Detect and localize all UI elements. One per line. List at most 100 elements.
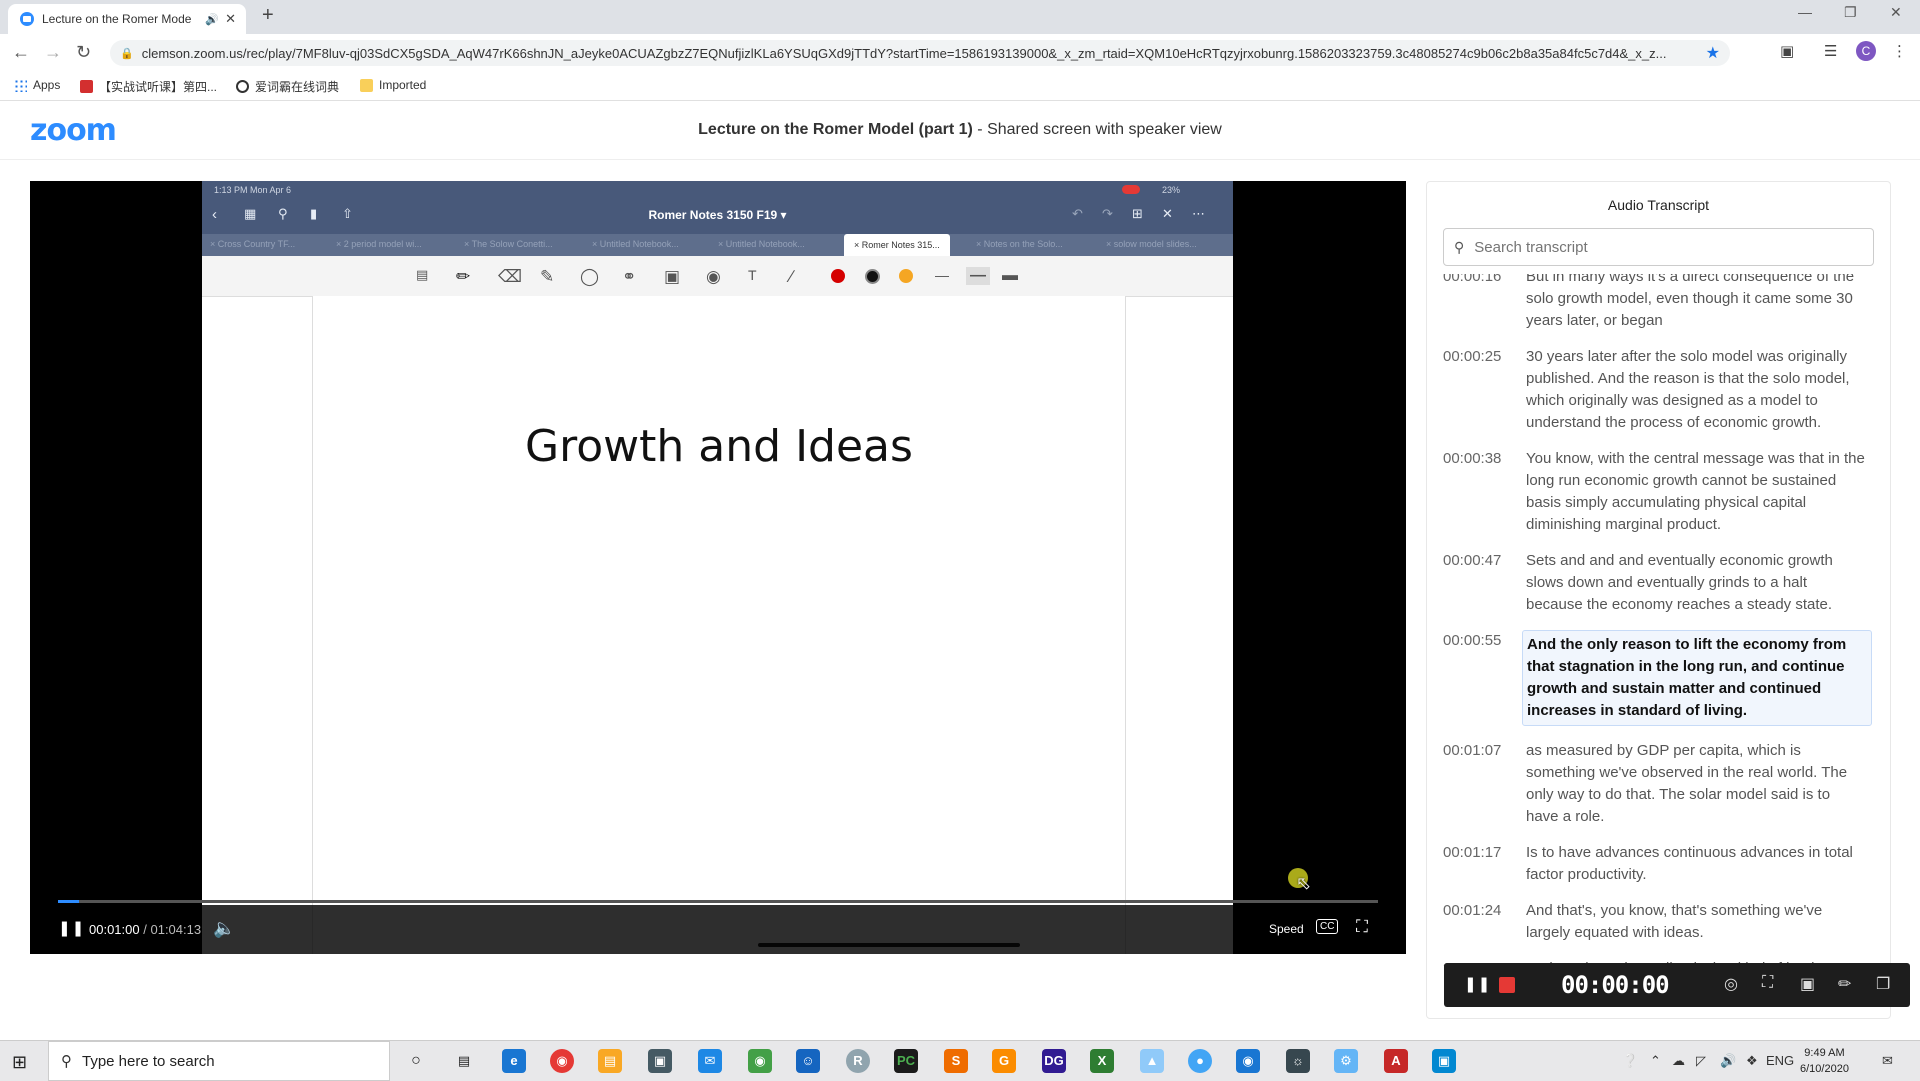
tab-audio-icon[interactable]: 🔊 — [205, 13, 219, 26]
cortana-icon[interactable]: ○ — [404, 1049, 428, 1073]
app-circle-icon[interactable]: ● — [1188, 1049, 1212, 1073]
url-text[interactable]: clemson.zoom.us/rec/play/7MF8luv-qj03SdC… — [142, 46, 1696, 61]
app-blue-icon[interactable]: ◉ — [1236, 1049, 1260, 1073]
restore-icon[interactable]: ❐ — [1844, 4, 1857, 21]
recorder-pen-icon[interactable]: ✏ — [1838, 974, 1851, 994]
media-control-icon[interactable]: ☰ — [1824, 42, 1837, 60]
medium-stroke-icon: — — [966, 267, 990, 285]
wechat-icon[interactable]: ◉ — [748, 1049, 772, 1073]
taskbar-search[interactable]: ⚲ Type here to search — [48, 1041, 390, 1081]
datagrip-icon[interactable]: DG — [1042, 1049, 1066, 1073]
app-shortcut-icon[interactable]: ▲ — [1140, 1049, 1164, 1073]
menu-kebab-icon[interactable]: ⋮ — [1892, 42, 1907, 60]
sublime-icon[interactable]: S — [944, 1049, 968, 1073]
taskbar-clock[interactable]: 9:49 AM 6/10/2020 — [1800, 1045, 1849, 1077]
transcript-item[interactable]: 00:01:24 And that's, you know, that's som… — [1443, 900, 1883, 944]
pause-icon[interactable]: ❚❚ — [58, 919, 85, 937]
transcript-timestamp[interactable]: 00:00:55 — [1443, 630, 1522, 652]
tab-close-icon[interactable]: ✕ — [225, 11, 236, 27]
edge-icon[interactable]: e — [502, 1049, 526, 1073]
video-player[interactable]: 1:13 PM Mon Apr 6 23% ‹ ▦ ⚲ ▮ ⇧ Romer No… — [30, 181, 1406, 954]
zoom-header: zoom Lecture on the Romer Model (part 1)… — [0, 101, 1920, 160]
screen-recorder-widget: ❚❚ 00:00:00 ◎ ⛶ ▣ ✏ ❐ — [1444, 963, 1910, 1007]
tray-chevron-icon[interactable]: ⌃ — [1650, 1053, 1661, 1069]
transcript-item[interactable]: 00:01:07 as measured by GDP per capita, w… — [1443, 740, 1883, 828]
bookmark-star-icon[interactable]: ★ — [1706, 43, 1720, 63]
color-red-icon — [831, 269, 845, 283]
reload-icon[interactable]: ↻ — [76, 42, 91, 63]
speaker-icon[interactable]: 🔊 — [1720, 1053, 1736, 1069]
dropbox-icon[interactable]: ❖ — [1746, 1053, 1758, 1069]
transcript-timestamp[interactable]: 00:00:47 — [1443, 550, 1522, 572]
close-window-icon[interactable]: ✕ — [1890, 4, 1902, 21]
chrome-icon[interactable]: ◉ — [550, 1049, 574, 1073]
highlighter-icon: ✎ — [540, 267, 555, 286]
photos-icon[interactable]: ☺ — [796, 1049, 820, 1073]
minimize-icon[interactable]: — — [1798, 4, 1812, 20]
bookmark-course[interactable]: 【实战试听课】第四... — [80, 78, 217, 95]
transcript-timestamp[interactable]: 00:01:17 — [1443, 842, 1522, 864]
forward-icon[interactable]: → — [44, 42, 62, 63]
zoom-favicon-icon — [20, 12, 34, 26]
transcript-timestamp[interactable]: 00:00:16 — [1443, 274, 1522, 288]
windows-start-icon[interactable]: ⊞ — [12, 1052, 27, 1073]
mail-icon[interactable]: ✉ — [698, 1049, 722, 1073]
r-app-icon[interactable]: R — [846, 1049, 870, 1073]
transcript-text: You know, with the central message was t… — [1526, 450, 1865, 533]
excel-icon[interactable]: X — [1090, 1049, 1114, 1073]
notebook-tab: × Untitled Notebook... — [718, 239, 805, 249]
recorder-pause-icon[interactable]: ❚❚ — [1464, 975, 1491, 993]
transcript-list[interactable]: 00:00:16 But in many ways it's a direct c… — [1443, 274, 1883, 966]
transcript-item[interactable]: 00:01:17 Is to have advances continuous a… — [1443, 842, 1883, 886]
file-explorer-icon[interactable]: ▤ — [598, 1049, 622, 1073]
transcript-item[interactable]: 00:00:16 But in many ways it's a direct c… — [1443, 274, 1883, 332]
app-chat-icon[interactable]: ☼ — [1286, 1049, 1310, 1073]
app-tool-icon[interactable]: ⚙ — [1334, 1049, 1358, 1073]
progress-bar[interactable] — [58, 900, 1378, 903]
captions-icon[interactable]: CC — [1316, 919, 1339, 934]
transcript-timestamp[interactable]: 00:00:38 — [1443, 448, 1522, 470]
acrobat-icon[interactable]: A — [1384, 1049, 1408, 1073]
recorder-camera-icon[interactable]: ▣ — [1800, 974, 1815, 994]
back-icon[interactable]: ← — [12, 42, 30, 63]
address-bar[interactable]: 🔒 clemson.zoom.us/rec/play/7MF8luv-qj03S… — [110, 40, 1730, 66]
transcript-item[interactable]: 00:00:47 Sets and and and eventually econ… — [1443, 550, 1883, 616]
bookmark-apps[interactable]: Apps — [14, 78, 60, 92]
pycharm-icon[interactable]: PC — [894, 1049, 918, 1073]
onedrive-icon[interactable]: ☁ — [1672, 1053, 1685, 1069]
transcript-item[interactable]: 00:00:38 You know, with the central messa… — [1443, 448, 1883, 536]
transcript-item[interactable]: 00:00:25 30 years later after the solo mo… — [1443, 346, 1883, 434]
profile-avatar[interactable]: C — [1856, 41, 1876, 61]
shared-screen: 1:13 PM Mon Apr 6 23% ‹ ▦ ⚲ ▮ ⇧ Romer No… — [202, 181, 1233, 954]
new-tab-button[interactable]: + — [262, 4, 274, 27]
volume-icon[interactable]: 🔈 — [213, 918, 235, 939]
slide-title: Growth and Ideas — [525, 421, 913, 472]
notifications-icon[interactable]: ✉ — [1882, 1053, 1893, 1069]
transcript-timestamp[interactable]: 00:00:25 — [1443, 346, 1522, 368]
recorder-stop-icon[interactable] — [1499, 977, 1515, 993]
app-g-icon[interactable]: G — [992, 1049, 1016, 1073]
wifi-icon[interactable]: ◸ — [1696, 1053, 1706, 1069]
transcript-timestamp[interactable]: 00:01:24 — [1443, 900, 1522, 922]
extension-icon[interactable]: ▣ — [1780, 42, 1794, 60]
transcript-timestamp[interactable]: 00:01:07 — [1443, 740, 1522, 762]
bookmark-dictionary[interactable]: 爱词霸在线词典 — [236, 78, 339, 95]
ipad-add-page-icon: ⊞ — [1132, 206, 1143, 221]
language-indicator[interactable]: ENG — [1766, 1053, 1794, 1068]
transcript-search[interactable]: ⚲ — [1443, 228, 1874, 266]
app-window-icon[interactable]: ▣ — [1432, 1049, 1456, 1073]
recorder-area-icon[interactable]: ◎ — [1724, 974, 1738, 994]
task-view-icon[interactable]: ▤ — [452, 1049, 476, 1073]
speed-button[interactable]: Speed — [1269, 922, 1304, 936]
browser-tab[interactable]: Lecture on the Romer Mode 🔊 ✕ — [8, 4, 246, 34]
store-icon[interactable]: ▣ — [648, 1049, 672, 1073]
bookmark-imported-folder[interactable]: Imported — [360, 78, 426, 92]
ipad-app-header: 1:13 PM Mon Apr 6 23% ‹ ▦ ⚲ ▮ ⇧ Romer No… — [202, 181, 1233, 256]
fullscreen-icon[interactable]: ⛶ — [1356, 917, 1368, 937]
help-icon[interactable]: ❔ — [1622, 1053, 1638, 1069]
notebook-tab: × The Solow Conetti... — [464, 239, 553, 249]
recorder-window-icon[interactable]: ❐ — [1876, 974, 1890, 994]
recorder-fit-icon[interactable]: ⛶ — [1762, 974, 1773, 992]
transcript-item-current[interactable]: 00:00:55 And the only reason to lift the … — [1443, 630, 1883, 726]
transcript-search-input[interactable] — [1472, 237, 1873, 257]
